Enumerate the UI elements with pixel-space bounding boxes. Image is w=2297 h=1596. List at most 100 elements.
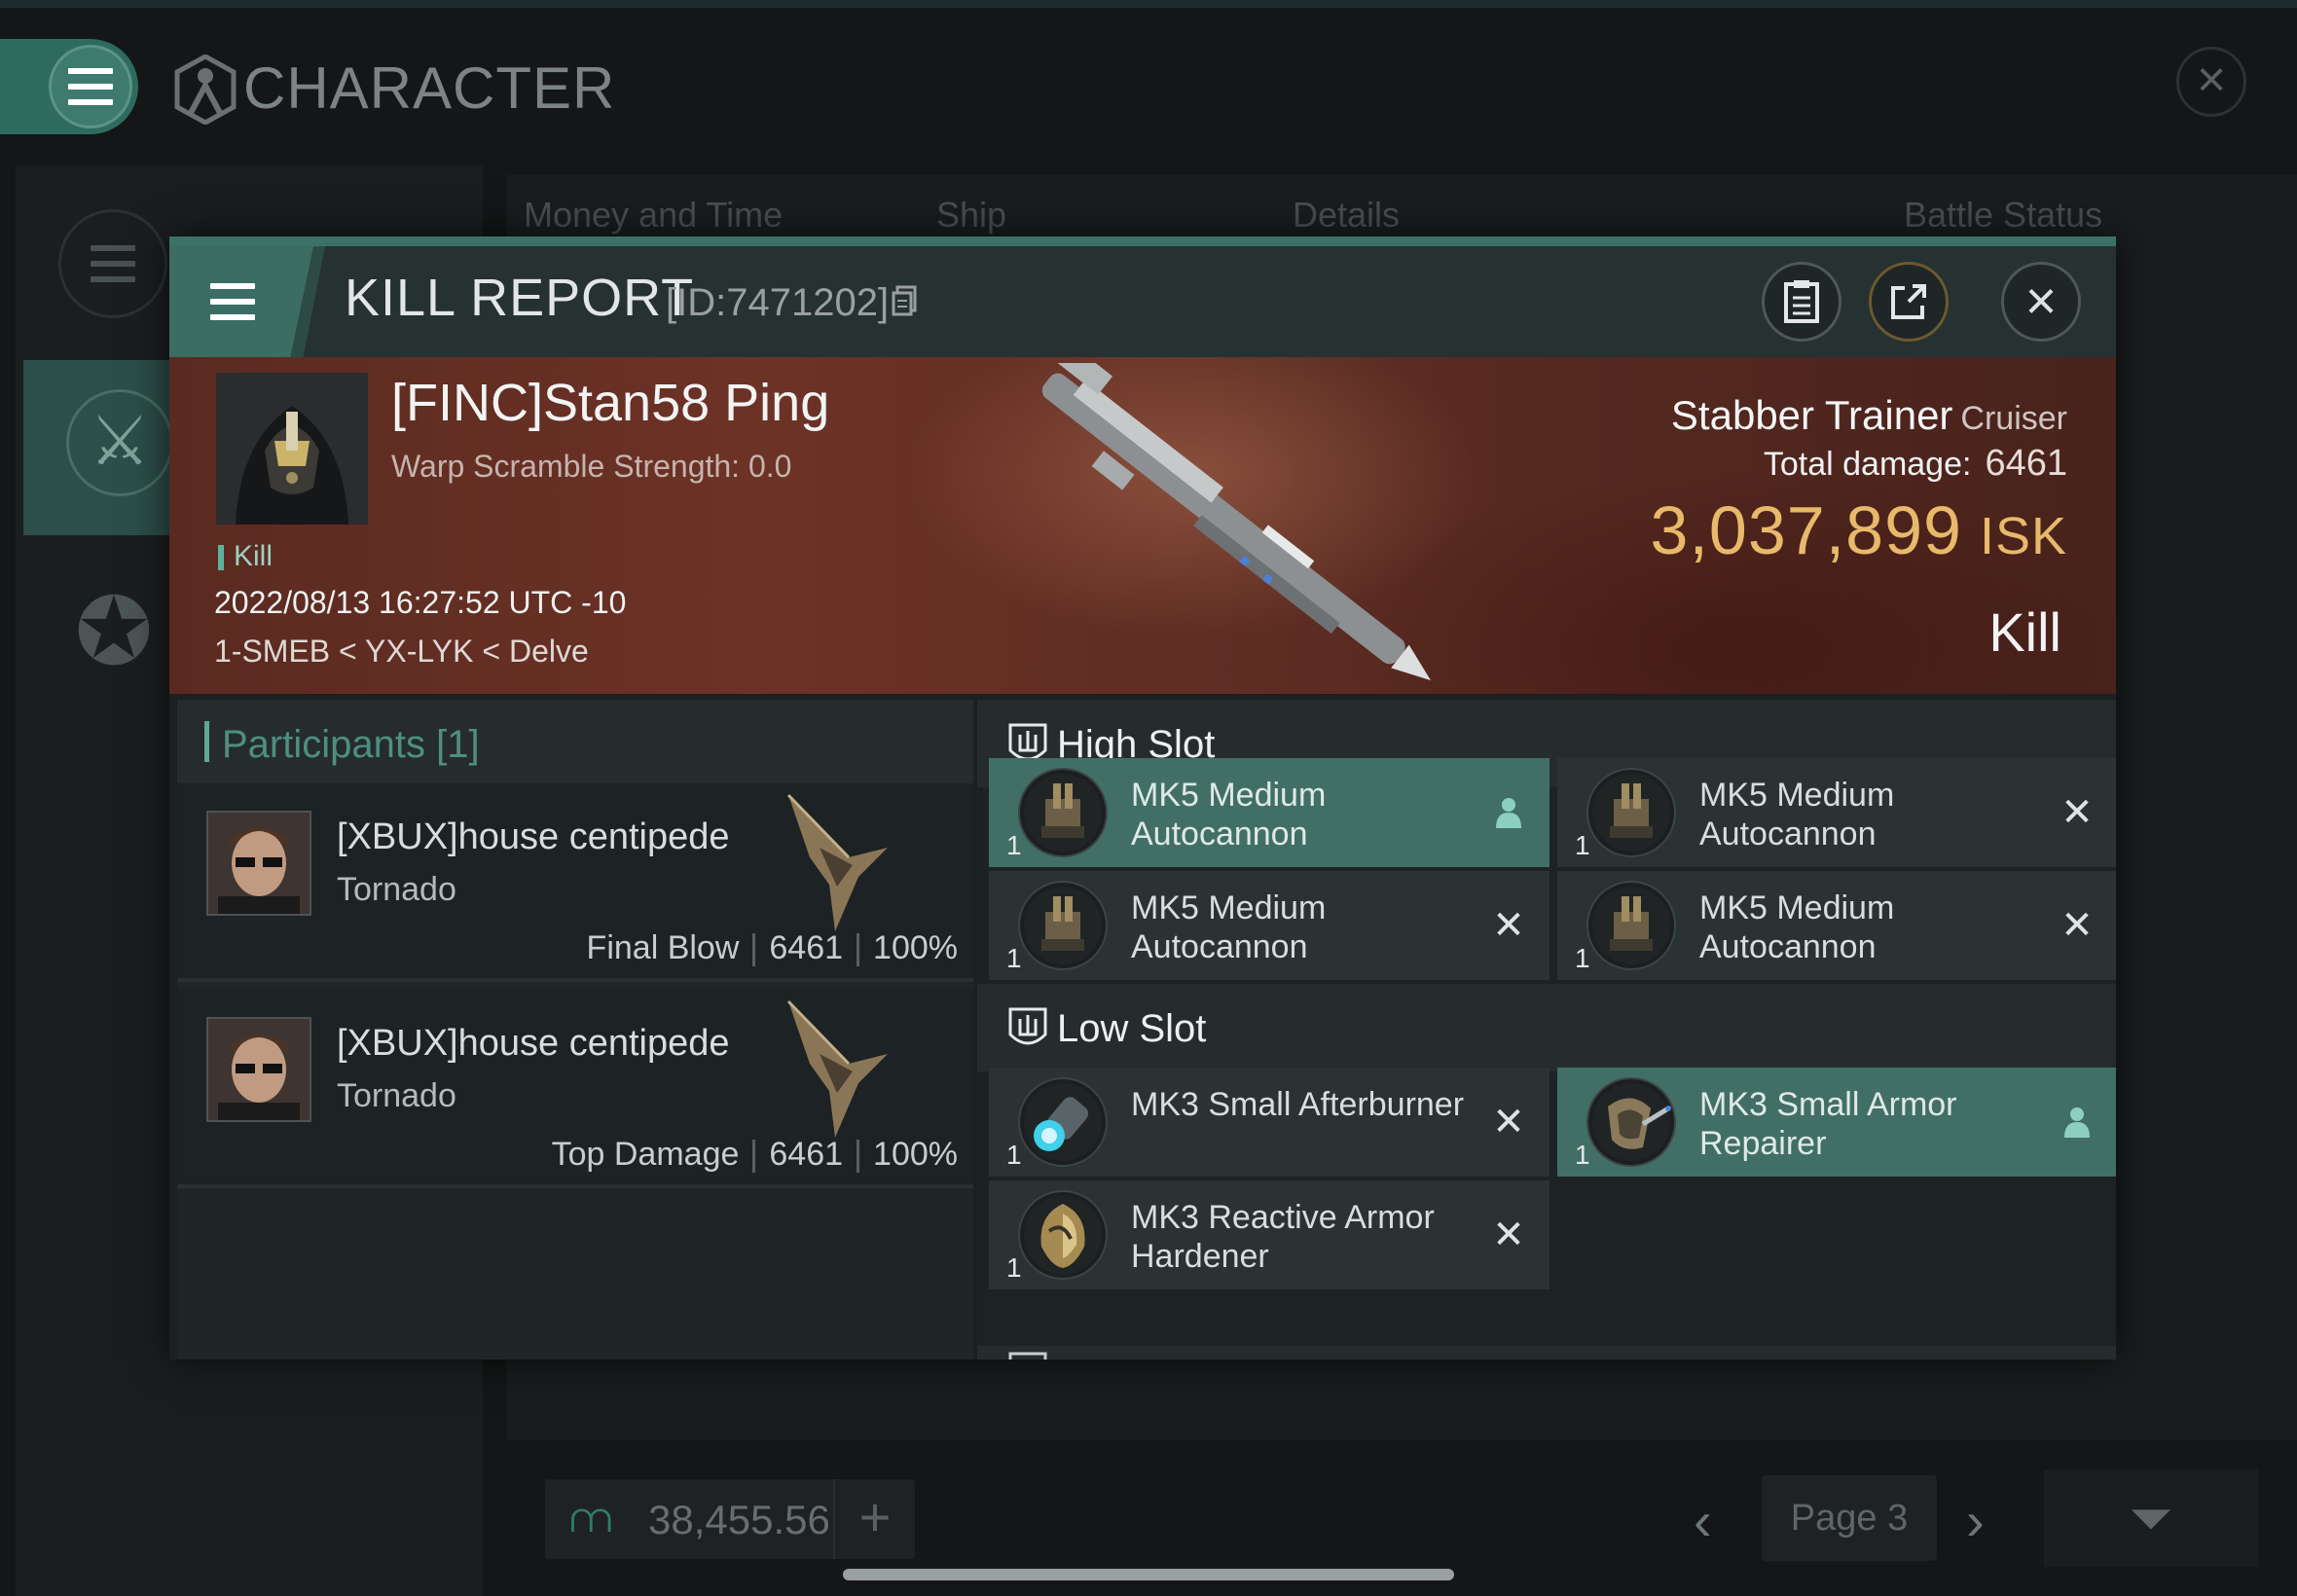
participant-role: Top Damage (551, 1136, 740, 1173)
column-header-battle-status: Battle Status (1904, 195, 2103, 235)
kill-tag: Kill (218, 540, 273, 573)
victim-ship[interactable]: Stabber Trainer Cruiser (1671, 392, 2067, 439)
module-name: MK3 Small Armor Repairer (1699, 1086, 1957, 1162)
module-low-2[interactable]: 1 MK3 Small Armor Repairer (1557, 1068, 2116, 1177)
isk-icon: ⩋ (570, 1495, 612, 1541)
warp-scramble-strength: Warp Scramble Strength: 0.0 (391, 449, 792, 484)
destroyed-x-icon: ✕ (2060, 904, 2094, 947)
destroyed-x-icon: ✕ (1492, 1101, 1525, 1143)
module-quantity: 1 (1006, 943, 1022, 973)
pilot-portrait-image (208, 813, 310, 914)
afterburner-icon (1018, 1077, 1108, 1167)
character-icon (174, 54, 237, 125)
window-close-button[interactable]: × (2176, 47, 2246, 117)
tornado-ship-icon (786, 793, 888, 931)
top-bar-line (0, 0, 2297, 8)
module-name: MK5 Medium Autocannon (1131, 889, 1327, 965)
crossed-swords-icon: ⚔ (66, 389, 173, 496)
kill-result: Kill (1988, 601, 2061, 663)
total-damage-value: 6461 (1985, 443, 2067, 484)
column-header-ship: Ship (936, 195, 1007, 235)
previous-page-button[interactable]: ‹ (1694, 1489, 1712, 1552)
module-high-1[interactable]: 1 MK5 Medium Autocannon (989, 758, 1550, 867)
total-damage: Total damage: 6461 (1764, 443, 2067, 485)
filter-icon: ⏷ (2129, 1487, 2173, 1548)
share-button[interactable] (1869, 262, 1949, 342)
module-name: MK5 Medium Autocannon (1699, 777, 1895, 852)
next-page-button[interactable]: › (1966, 1489, 1985, 1552)
low-slot-icon (1008, 1007, 1047, 1045)
participant-stats: Top Damage 6461 100% (552, 1136, 958, 1174)
ship-render-image (1041, 363, 1431, 681)
destroyed-x-icon: ✕ (1492, 904, 1525, 947)
dialog-title: KILL REPORT (345, 269, 695, 327)
participants-panel: Participants [1] [XBUX]house centipede T… (177, 700, 973, 1360)
destroyed-x-icon: ✕ (1492, 1214, 1525, 1256)
main-menu-button[interactable] (0, 39, 138, 134)
module-name: MK5 Medium Autocannon (1699, 889, 1895, 965)
module-high-4[interactable]: 1 MK5 Medium Autocannon ✕ (1557, 871, 2116, 980)
module-quantity: 1 (1006, 1140, 1022, 1170)
kill-tag-label: Kill (234, 540, 273, 572)
kill-timestamp: 2022/08/13 16:27:52 UTC -10 (214, 585, 627, 620)
external-link-icon (1891, 284, 1926, 319)
participant-role: Final Blow (586, 929, 740, 966)
clipboard-icon (1784, 280, 1819, 323)
sidebar-menu-button[interactable] (58, 209, 167, 318)
wallet-amount: 38,455.56 (648, 1497, 830, 1542)
sidebar-item-achievements[interactable]: ✪ (60, 574, 167, 691)
module-quantity: 1 (1575, 943, 1590, 973)
dialog-close-button[interactable]: × (2001, 262, 2081, 342)
participant-name[interactable]: [XBUX]house centipede (337, 1023, 730, 1065)
hamburger-icon (68, 68, 113, 105)
participant-ship: Tornado (337, 1077, 456, 1114)
column-header-details: Details (1293, 195, 1401, 235)
fitting-panel: High Slot 1 MK5 Medium Autocannon 1 MK5 … (977, 700, 2116, 1360)
module-high-2[interactable]: 1 MK5 Medium Autocannon ✕ (1557, 758, 2116, 867)
autocannon-icon (1586, 881, 1676, 970)
participant-avatar[interactable] (206, 811, 311, 916)
hamburger-icon (210, 283, 256, 320)
close-icon: × (2024, 270, 2058, 331)
window-title: CHARACTER (243, 55, 616, 121)
destroyed-x-icon: ✕ (2060, 791, 2094, 834)
participant-damage: 6461 (769, 929, 844, 966)
module-low-3[interactable]: 1 MK3 Reactive Armor Hardener ✕ (989, 1180, 1550, 1289)
filter-button[interactable]: ⏷ (2044, 1469, 2258, 1567)
kill-location[interactable]: 1-SMEB < YX-LYK < Delve (214, 634, 589, 670)
module-quantity: 1 (1006, 830, 1022, 860)
participants-header: Participants [1] (177, 700, 973, 783)
isk-amount: 3,037,899 (1650, 492, 1962, 568)
participant-name[interactable]: [XBUX]house centipede (337, 816, 730, 858)
participant-avatar[interactable] (206, 1017, 311, 1122)
autocannon-icon (1018, 768, 1108, 857)
participant-row[interactable]: [XBUX]house centipede Tornado Top Damage… (177, 990, 973, 1188)
home-indicator-bar (843, 1569, 1454, 1580)
victim-name[interactable]: [FINC]Stan58 Ping (391, 373, 829, 433)
module-low-1[interactable]: 1 MK3 Small Afterburner ✕ (989, 1068, 1550, 1177)
page-indicator[interactable]: Page 3 (1762, 1475, 1937, 1561)
victim-portrait[interactable] (216, 373, 368, 525)
module-quantity: 1 (1575, 1140, 1590, 1170)
list-icon (91, 245, 135, 282)
participant-damage: 6461 (769, 1136, 844, 1173)
tornado-ship-icon (786, 999, 888, 1138)
next-slot-header-partial (977, 1346, 2116, 1360)
participant-stats: Final Blow 6461 100% (587, 929, 958, 967)
sidebar-item-combat[interactable]: ⚔ (23, 360, 179, 535)
dialog-menu-button[interactable] (169, 246, 313, 357)
pilot-icon (2058, 1101, 2096, 1143)
pilot-portrait-image (208, 1019, 310, 1120)
isk-unit: ISK (1979, 507, 2067, 565)
participant-row[interactable]: [XBUX]house centipede Tornado Final Blow… (177, 783, 973, 982)
add-isk-button[interactable]: + (833, 1479, 915, 1559)
ship-class: Cruiser (1960, 400, 2067, 437)
clipboard-button[interactable] (1762, 262, 1841, 342)
wallet-balance: ⩋ 38,455.56 + (545, 1479, 915, 1559)
kill-report-dialog: KILL REPORT [ID:7471202] × [FINC]Stan58 … (169, 236, 2116, 1360)
module-high-3[interactable]: 1 MK5 Medium Autocannon ✕ (989, 871, 1550, 980)
kill-report-id: [ID:7471202] (666, 281, 890, 324)
module-name: MK5 Medium Autocannon (1131, 777, 1327, 852)
copy-icon[interactable] (892, 285, 917, 316)
armor-repairer-icon (1586, 1077, 1676, 1167)
